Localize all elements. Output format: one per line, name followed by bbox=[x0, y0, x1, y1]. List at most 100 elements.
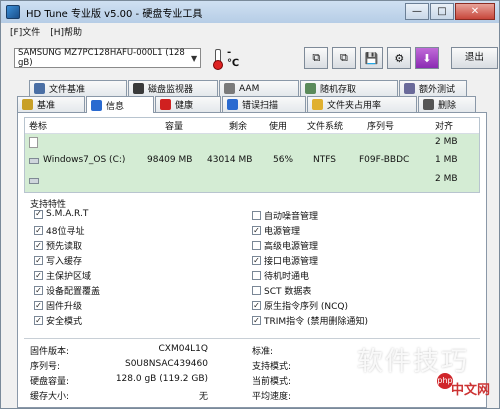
tab-aam[interactable]: AAM bbox=[219, 80, 299, 96]
feature-apm[interactable]: 高级电源管理 bbox=[252, 239, 318, 252]
window-controls: — □ ✕ bbox=[404, 3, 495, 20]
copy-all-icon[interactable]: ⧉ bbox=[332, 47, 356, 69]
drive-select[interactable]: SAMSUNG MZ7PC128HAFU-000L1 (128 gB) ▼ bbox=[14, 48, 202, 68]
benchmark-icon bbox=[22, 99, 33, 110]
feature-security-mode[interactable]: ✓ 安全模式 bbox=[34, 314, 82, 327]
tab-health[interactable]: 健康 bbox=[155, 96, 221, 112]
toolbar: SAMSUNG MZ7PC128HAFU-000L1 (128 gB) ▼ - … bbox=[2, 40, 499, 76]
checkbox[interactable]: ✓ bbox=[252, 301, 261, 310]
checkbox[interactable]: ✓ bbox=[34, 241, 43, 250]
alignment-value: 1 MB bbox=[435, 155, 458, 165]
tab-error-scan[interactable]: 错误扫描 bbox=[222, 96, 306, 112]
feature-label: 主保护区域 bbox=[46, 272, 92, 282]
file-icon bbox=[29, 137, 38, 148]
checkbox[interactable]: ✓ bbox=[34, 256, 43, 265]
firmware-version: CXM04L1Q bbox=[158, 344, 209, 354]
checkbox[interactable] bbox=[252, 286, 261, 295]
tab-label: 文件基准 bbox=[49, 85, 86, 95]
feature-firmware-upgrade[interactable]: ✓ 固件升级 bbox=[34, 299, 82, 312]
random-access-icon bbox=[305, 83, 316, 94]
disk-table: 卷标 容量 剩余 使用 文件系统 序列号 对齐 Windows7_OS (C:)… bbox=[24, 117, 480, 193]
window-title: HD Tune 专业版 v5.00 - 硬盘专业工具 bbox=[26, 8, 203, 20]
erase-icon bbox=[423, 99, 434, 110]
checkbox[interactable]: ✓ bbox=[252, 256, 261, 265]
tab-file-benchmark[interactable]: 文件基准 bbox=[29, 80, 127, 96]
feature-48bit[interactable]: ✓ 48位寻址 bbox=[34, 224, 84, 237]
feature-label: 待机时通电 bbox=[264, 272, 310, 282]
checkbox[interactable] bbox=[252, 211, 261, 220]
feature-smart[interactable]: ✓ S.M.A.R.T bbox=[34, 209, 88, 219]
drive-select-value: SAMSUNG MZ7PC128HAFU-000L1 (128 gB) bbox=[18, 48, 185, 68]
tab-benchmark[interactable]: 基准 bbox=[17, 96, 85, 112]
menu-help[interactable]: [H]帮助 bbox=[50, 25, 82, 38]
feature-sct[interactable]: SCT 数据表 bbox=[252, 284, 311, 297]
feature-interface-pm[interactable]: ✓ 接口电源管理 bbox=[252, 254, 318, 267]
feature-puis[interactable]: 待机时通电 bbox=[252, 269, 309, 282]
feature-read-ahead[interactable]: ✓ 预先读取 bbox=[34, 239, 82, 252]
watermark-text: 软件技巧 bbox=[357, 347, 470, 377]
info-label: 硬盘容量: bbox=[30, 377, 70, 387]
speaker-icon bbox=[224, 83, 235, 94]
app-icon bbox=[6, 5, 20, 19]
checkbox[interactable]: ✓ bbox=[34, 271, 43, 280]
feature-label: 自动噪音管理 bbox=[264, 212, 319, 222]
tab-random-access[interactable]: 随机存取 bbox=[300, 80, 398, 96]
feature-label: 48位寻址 bbox=[46, 227, 85, 237]
menu-file[interactable]: [F]文件 bbox=[10, 25, 40, 38]
minimize-button[interactable]: — bbox=[405, 3, 429, 20]
feature-label: 安全模式 bbox=[46, 317, 83, 327]
tab-folder-usage[interactable]: 文件夹占用率 bbox=[307, 96, 417, 112]
col-serial: 序列号 bbox=[367, 122, 395, 132]
maximize-button[interactable]: □ bbox=[430, 3, 454, 20]
title-bar: HD Tune 专业版 v5.00 - 硬盘专业工具 — □ ✕ bbox=[1, 1, 499, 23]
checkbox[interactable]: ✓ bbox=[34, 286, 43, 295]
exit-button[interactable]: 退出 bbox=[450, 47, 499, 69]
disk-monitor-icon bbox=[133, 83, 144, 94]
feature-aam[interactable]: 自动噪音管理 bbox=[252, 209, 318, 222]
tab-info[interactable]: 信息 bbox=[86, 96, 154, 113]
options-icon[interactable]: ⚙ bbox=[387, 47, 412, 69]
checkbox[interactable]: ✓ bbox=[34, 301, 43, 310]
tabs-row-top: 文件基准 磁盘监视器 AAM 随机存取 额外测试 bbox=[29, 80, 468, 96]
error-scan-icon bbox=[227, 99, 238, 110]
feature-power-management[interactable]: ✓ 电源管理 bbox=[252, 224, 300, 237]
feature-label: 写入缓存 bbox=[46, 257, 83, 267]
close-button[interactable]: ✕ bbox=[455, 3, 495, 20]
tab-label: 信息 bbox=[106, 101, 125, 112]
copy-icon[interactable]: ⧉ bbox=[304, 47, 329, 69]
volume-capacity: 98409 MB bbox=[147, 155, 193, 165]
feature-write-cache[interactable]: ✓ 写入缓存 bbox=[34, 254, 82, 267]
feature-hpa[interactable]: ✓ 主保护区域 bbox=[34, 269, 91, 282]
chevron-down-icon: ▼ bbox=[190, 53, 198, 63]
checkbox[interactable]: ✓ bbox=[252, 316, 261, 325]
feature-dco[interactable]: ✓ 设备配置覆盖 bbox=[34, 284, 100, 297]
checkbox[interactable] bbox=[252, 241, 261, 250]
checkbox[interactable]: ✓ bbox=[34, 316, 43, 325]
feature-label: TRIM指令 (禁用删除通知) bbox=[264, 317, 369, 327]
col-alignment: 对齐 bbox=[435, 122, 454, 132]
tab-disk-monitor[interactable]: 磁盘监视器 bbox=[128, 80, 218, 96]
checkbox[interactable]: ✓ bbox=[252, 226, 261, 235]
feature-label: 预先读取 bbox=[46, 242, 83, 252]
checkbox[interactable]: ✓ bbox=[34, 209, 43, 219]
tab-erase[interactable]: 删除 bbox=[418, 96, 476, 112]
feature-trim[interactable]: ✓ TRIM指令 (禁用删除通知) bbox=[252, 314, 368, 327]
tab-label: 磁盘监视器 bbox=[148, 85, 194, 95]
checkbox[interactable]: ✓ bbox=[34, 226, 43, 235]
col-filesystem: 文件系统 bbox=[307, 122, 344, 132]
download-icon[interactable]: ⬇ bbox=[415, 47, 439, 69]
tab-extra-tests[interactable]: 额外测试 bbox=[399, 80, 467, 96]
tab-label: 额外测试 bbox=[419, 85, 456, 95]
feature-ncq[interactable]: ✓ 原生指令序列 (NCQ) bbox=[252, 299, 348, 312]
info-label-supported-mode: 支持模式: bbox=[252, 362, 292, 372]
disk-table-header: 卷标 容量 剩余 使用 文件系统 序列号 对齐 bbox=[25, 118, 479, 134]
save-icon[interactable]: 💾 bbox=[359, 47, 384, 69]
tab-label: 删除 bbox=[438, 101, 457, 111]
thermometer-icon bbox=[213, 49, 223, 70]
checkbox[interactable] bbox=[252, 271, 261, 280]
tab-label: AAM bbox=[239, 83, 260, 94]
table-row[interactable]: Windows7_OS (C:) 98409 MB 43014 MB 56% N… bbox=[25, 134, 479, 192]
info-icon bbox=[91, 99, 102, 111]
tabs-row-bottom: 基准 信息 健康 错误扫描 文件夹占用率 删除 bbox=[17, 96, 477, 113]
info-label-current-mode: 当前模式: bbox=[252, 377, 292, 387]
